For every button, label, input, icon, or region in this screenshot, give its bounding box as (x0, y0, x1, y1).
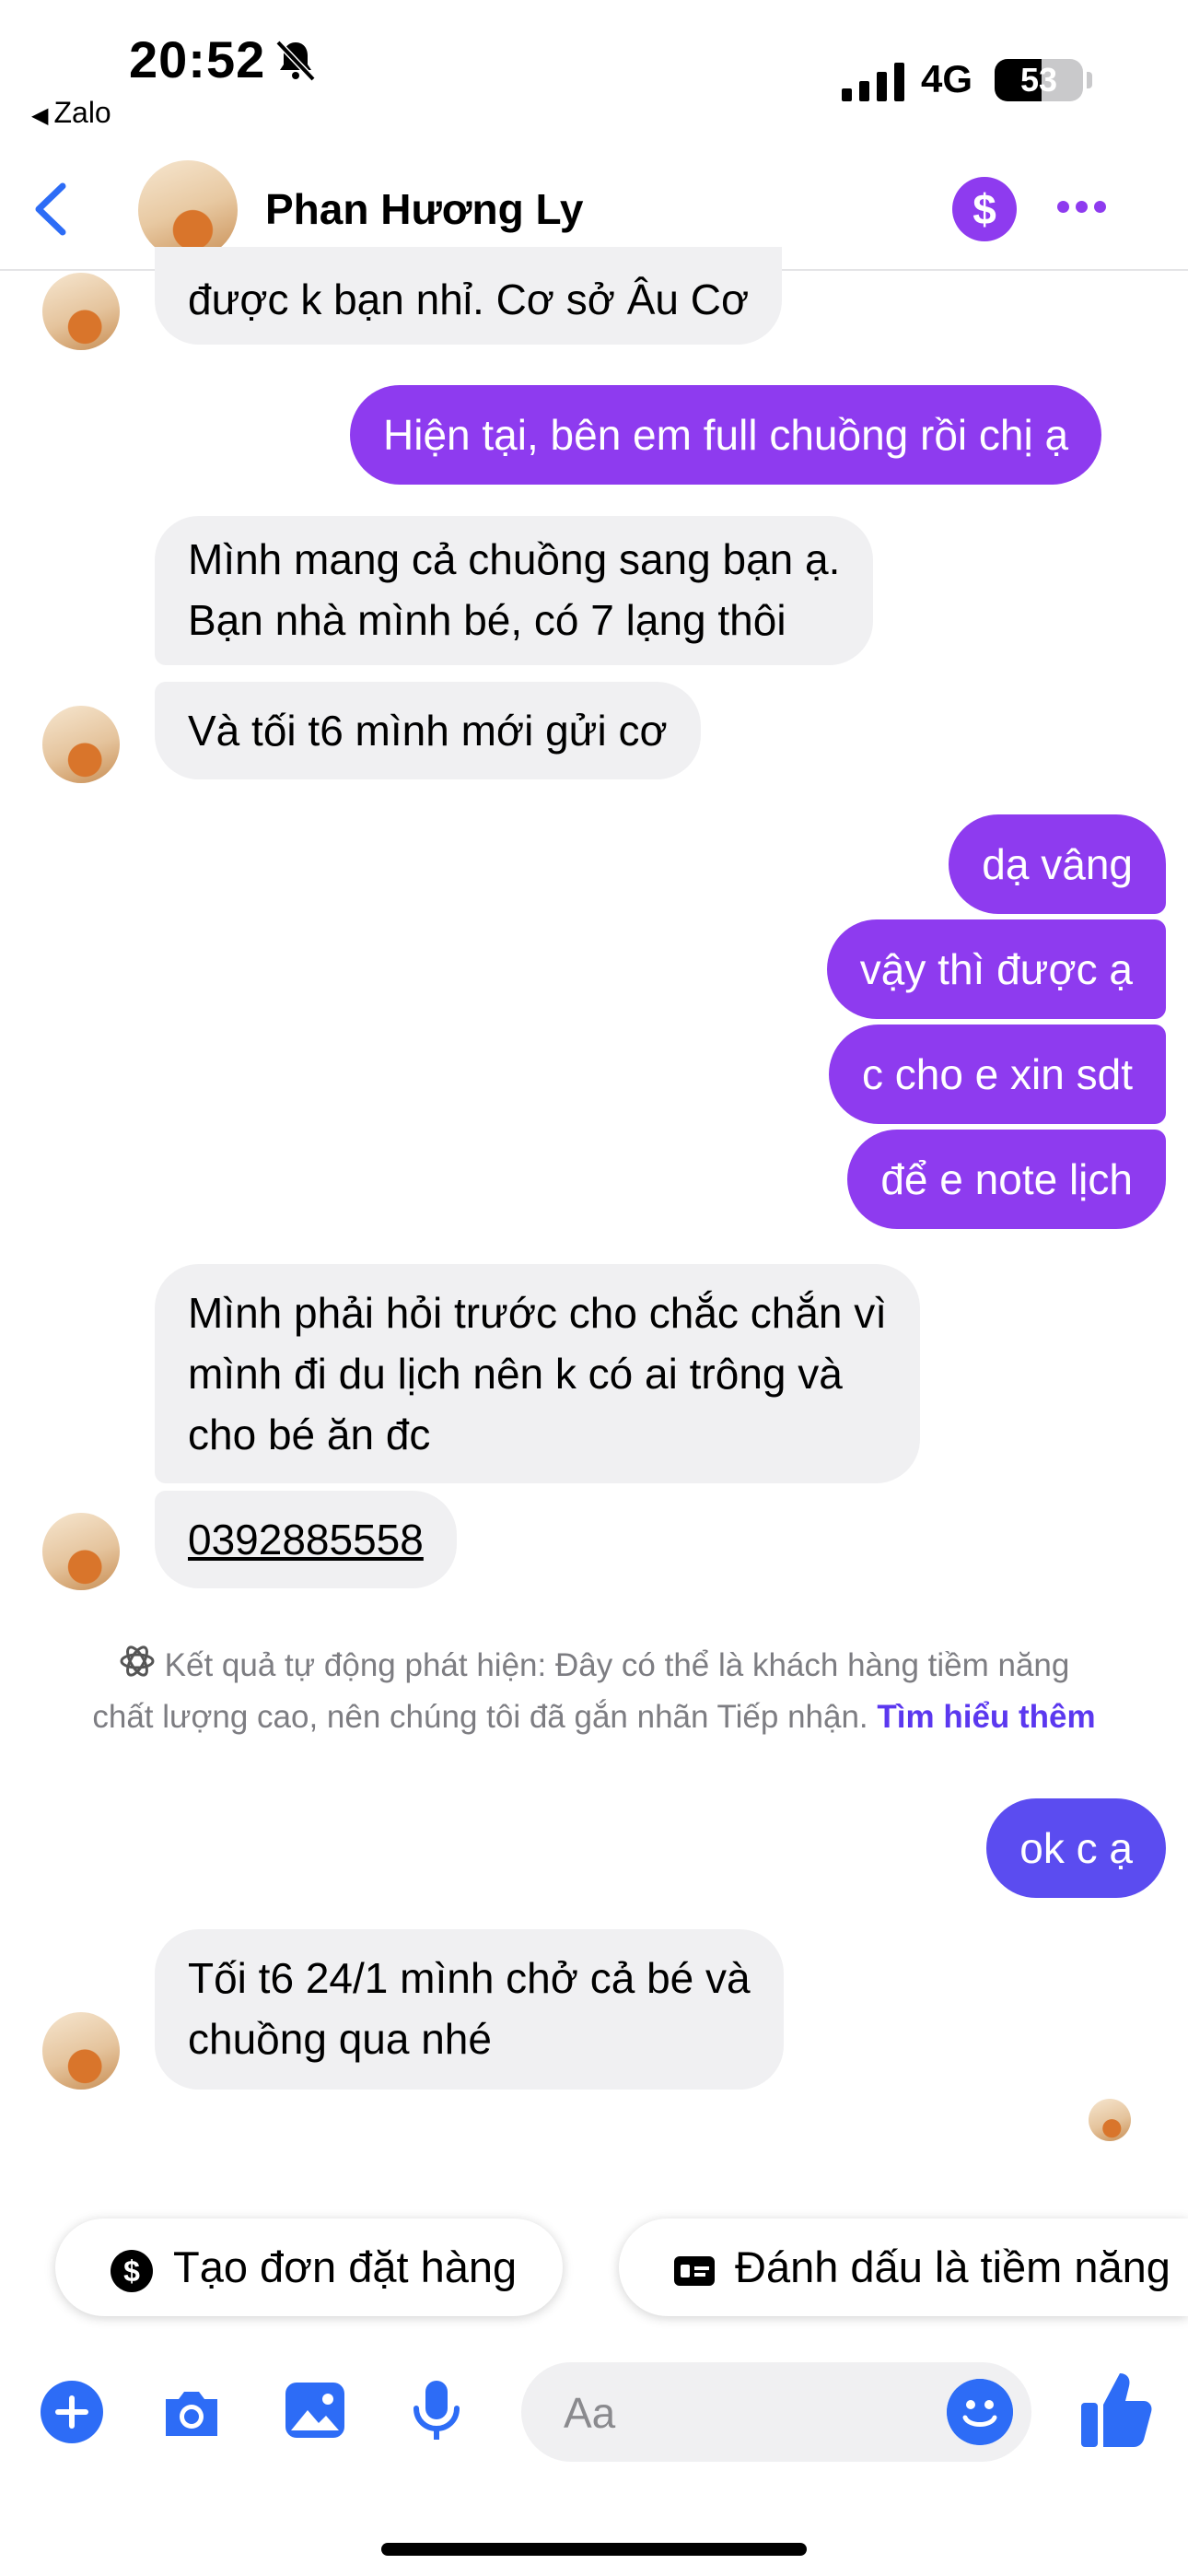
id-card-icon (674, 2255, 715, 2286)
system-note: Kết quả tự động phát hiện: Đây có thể là… (55, 1640, 1133, 1743)
battery-level: 53 (1019, 61, 1058, 99)
phone-number-link[interactable]: 0392885558 (188, 1516, 424, 1563)
back-app-label: Zalo (53, 96, 111, 129)
more-options-icon[interactable] (1057, 201, 1112, 219)
contact-avatar-small (42, 273, 120, 350)
outgoing-message[interactable]: Hiện tại, bên em full chuồng rồi chị ạ (350, 385, 1102, 485)
camera-icon[interactable] (158, 2379, 225, 2445)
outgoing-message[interactable]: ok c ạ (986, 1798, 1166, 1898)
battery-tip (1087, 72, 1092, 88)
status-time: 20:52 (129, 30, 266, 88)
system-note-line1: Kết quả tự động phát hiện: Đây có thể là… (164, 1647, 1070, 1683)
outgoing-message[interactable]: dạ vâng (949, 814, 1166, 914)
outgoing-message[interactable]: để e note lịch (847, 1130, 1166, 1229)
bell-muted-icon (275, 40, 316, 82)
image-icon[interactable] (282, 2377, 348, 2443)
create-order-label: Tạo đơn đặt hàng (173, 2242, 518, 2291)
incoming-message[interactable]: Tối t6 24/1 mình chở cả bé và chuồng qua … (155, 1929, 784, 2090)
contact-avatar[interactable] (138, 160, 238, 260)
contact-name[interactable]: Phan Hương Ly (265, 184, 583, 234)
home-indicator (381, 2543, 807, 2556)
contact-avatar-small (42, 2012, 120, 2090)
incoming-message[interactable]: được k bạn nhỉ. Cơ sở Âu Cơ (155, 247, 783, 345)
create-order-chip[interactable]: $ Tạo đơn đặt hàng (55, 2219, 564, 2316)
dollar-circle-icon: $ (111, 2249, 153, 2292)
mark-potential-label: Đánh dấu là tiềm năng (735, 2242, 1171, 2291)
message-input-placeholder: Aa (564, 2389, 616, 2437)
contact-avatar-small (42, 706, 120, 783)
incoming-message[interactable]: Mình mang cả chuồng sang bạn ạ. Bạn nhà m… (155, 516, 874, 665)
battery-icon: 53 (995, 59, 1083, 101)
mark-potential-chip[interactable]: Đánh dấu là tiềm năng (619, 2219, 1188, 2316)
contact-avatar-small (42, 1513, 120, 1590)
plus-icon[interactable] (39, 2379, 105, 2445)
emoji-icon[interactable] (947, 2379, 1013, 2445)
outgoing-message[interactable]: c cho e xin sdt (828, 1025, 1166, 1124)
atom-icon (120, 1645, 155, 1677)
payment-dollar-icon[interactable]: $ (952, 177, 1017, 241)
back-triangle-icon: ◀ (31, 103, 49, 128)
outgoing-message[interactable]: vậy thì được ạ (826, 919, 1166, 1019)
seen-receipt-avatar (1089, 2099, 1131, 2141)
incoming-message[interactable]: 0392885558 (155, 1491, 457, 1588)
incoming-message[interactable]: Và tối t6 mình mới gửi cơ (155, 682, 701, 779)
learn-more-link[interactable]: Tìm hiểu thêm (877, 1699, 1095, 1735)
thumbs-up-icon[interactable] (1079, 2368, 1153, 2451)
message-input[interactable]: Aa (521, 2362, 1031, 2462)
back-chevron-icon[interactable] (31, 181, 72, 238)
incoming-message[interactable]: Mình phải hỏi trước cho chắc chắn vì mình… (155, 1264, 920, 1483)
signal-icon (842, 63, 904, 101)
system-note-line2: chất lượng cao, nên chúng tôi đã gắn nhã… (92, 1699, 868, 1735)
mic-icon[interactable] (403, 2377, 470, 2443)
back-to-app-link[interactable]: ◀ Zalo (31, 96, 111, 130)
network-type: 4G (921, 57, 973, 100)
